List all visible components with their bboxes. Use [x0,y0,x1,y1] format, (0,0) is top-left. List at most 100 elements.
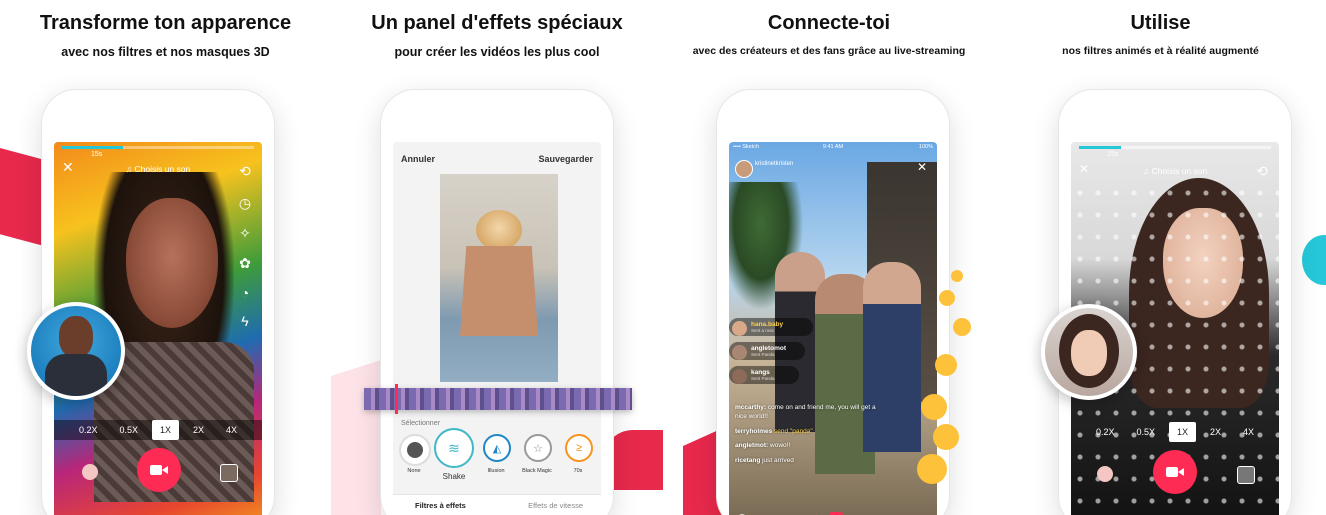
status-time: 9:41 AM [822,144,844,150]
speed-icon[interactable]: ◷ [236,194,254,212]
flip-camera-icon[interactable]: ⟲ [1253,162,1271,180]
preview-face [1071,330,1107,376]
panel-title: Connecte-toi [767,12,891,34]
panel-subtitle: nos filtres animés et à réalité augmenté [1062,45,1259,57]
panel-title: Un panel d'effets spéciaux [371,12,623,34]
save-button[interactable]: Sauvegarder [538,154,593,164]
speed-option-0-5x[interactable]: 0.5X [111,420,146,440]
emoji-icon [951,270,963,282]
cancel-button[interactable]: Annuler [401,154,435,164]
speed-option-0-5x[interactable]: 0.5X [1128,422,1163,442]
panel-subtitle: pour créer les vidéos les plus cool [394,45,600,59]
sound-picker[interactable]: ♫ Choisis un son [1071,166,1279,176]
speed-option-0-2x[interactable]: 0.2X [1088,422,1123,442]
cyan-accent-shape [1302,235,1326,285]
emoji-icon [933,424,959,450]
emoji-stream [913,270,973,510]
panel-live: Connecte-toi avec des créateurs et des f… [663,0,995,515]
filters-icon[interactable]: ✿ [236,254,254,272]
preview-body [45,354,107,396]
viewer-avatar [732,321,747,336]
speed-selector: 0.2X 0.5X 1X 2X 4X [54,420,262,440]
subject-face [126,198,218,328]
host-avatar[interactable] [735,160,753,178]
dog [476,210,522,250]
pink-accent-shape [331,360,381,515]
emoji-icon [953,318,971,336]
close-icon[interactable]: ✕ [917,160,927,174]
panel-subtitle: avec des créateurs et des fans grâce au … [692,45,966,57]
panel-ar-filters: Utilise nos filtres animés et à réalité … [995,0,1326,515]
record-button[interactable] [1153,450,1197,494]
speed-option-0-2x[interactable]: 0.2X [71,420,106,440]
comment: mccarthy: come on and friend me, you wil… [735,404,885,422]
effect-black-magic[interactable]: ☆ [524,434,552,462]
beauty-icon[interactable]: ✧ [236,224,254,242]
speed-option-1x[interactable]: 1X [151,420,179,440]
effect-label-shake: Shake [442,472,466,481]
effect-label-none: None [407,468,421,474]
speed-selector: 0.2X 0.5X 1X 2X 4X [1071,422,1279,442]
panel-transform: Transforme ton apparence avec nos filtre… [0,0,331,515]
video-camera-icon [150,465,168,475]
selfie-preview [27,302,125,400]
host-name: kristinetkristen [755,161,794,167]
comment-user: ricetang [735,457,761,465]
effects-icon[interactable] [82,464,98,480]
timeline-strip[interactable] [364,384,632,414]
effect-70s[interactable]: ≥ [565,434,593,462]
comment-user: angletmot: [735,442,769,450]
effect-illusion[interactable]: ◭ [483,434,511,462]
comment-user: mccarthy: [735,404,767,411]
upload-icon[interactable] [1237,466,1255,484]
emoji-icon [917,454,947,484]
speed-option-1x[interactable]: 1X [1168,422,1196,442]
comment: terryholmes send "panda" [735,428,885,437]
viewer-name: kangs [751,369,770,376]
record-button[interactable] [137,448,181,492]
speed-option-4x[interactable]: 4X [1235,422,1262,442]
viewer-name: hana.baby [751,321,784,328]
viewer-avatar [732,345,747,360]
panel-subtitle: avec nos filtres et nos masques 3D [61,45,270,59]
preview-face [59,316,93,358]
flip-camera-icon[interactable]: ⟲ [236,162,254,180]
sound-picker[interactable]: ♫ Choisis un son [54,164,262,174]
progress-bar [62,146,254,149]
countdown-icon[interactable]: ◔ [236,284,254,302]
upload-icon[interactable] [220,464,238,482]
panel-title: Utilise [1130,12,1191,34]
effect-none[interactable] [399,434,431,466]
comment-text: wowo!! [770,442,791,450]
emoji-icon [935,354,957,376]
effect-label-black-magic: Black Magic [522,468,552,474]
effects-icon[interactable] [1097,466,1113,482]
video-camera-icon [1166,467,1184,477]
comment-list: mccarthy: come on and friend me, you wil… [735,404,885,466]
speed-option-2x[interactable]: 2X [185,420,212,440]
timeline-playhead[interactable] [395,384,398,414]
speed-option-4x[interactable]: 4X [218,420,245,440]
selfie-preview [1041,304,1137,400]
video-preview [440,174,558,382]
phone-mockup: 15s ✕ ♫ Choisis un son ⟲ 0.2X 0.5X 1X 2X… [1059,90,1291,515]
gift-item: angletomot Sent Panda [729,342,805,360]
progress-bar [1079,146,1271,149]
timer-label: 15s [1107,151,1119,158]
tab-speed-effects[interactable]: Effets de vitesse [528,501,583,510]
viewer-gift: Sent Panda [751,352,775,357]
select-label: Sélectionner [401,420,440,427]
comment: ricetang just arrived [735,457,885,466]
panel-title: Transforme ton apparence [39,12,292,34]
tab-bar: Filtres à effets Effets de vitesse [393,494,601,515]
gift-item: kangs Sent Panda [729,366,799,384]
tab-effect-filters[interactable]: Filtres à effets [415,501,466,510]
emoji-icon [921,394,947,420]
red-accent-shape [0,148,44,246]
handbag [460,246,538,336]
effect-shake[interactable]: ≋ [434,428,474,468]
phone-mockup: Annuler Sauvegarder Sélectionner ≋ ◭ ☆ ≥… [381,90,613,515]
flash-off-icon[interactable]: ϟ [236,312,254,330]
speed-option-2x[interactable]: 2X [1202,422,1229,442]
viewer-gift: Sent Panda [751,376,775,381]
